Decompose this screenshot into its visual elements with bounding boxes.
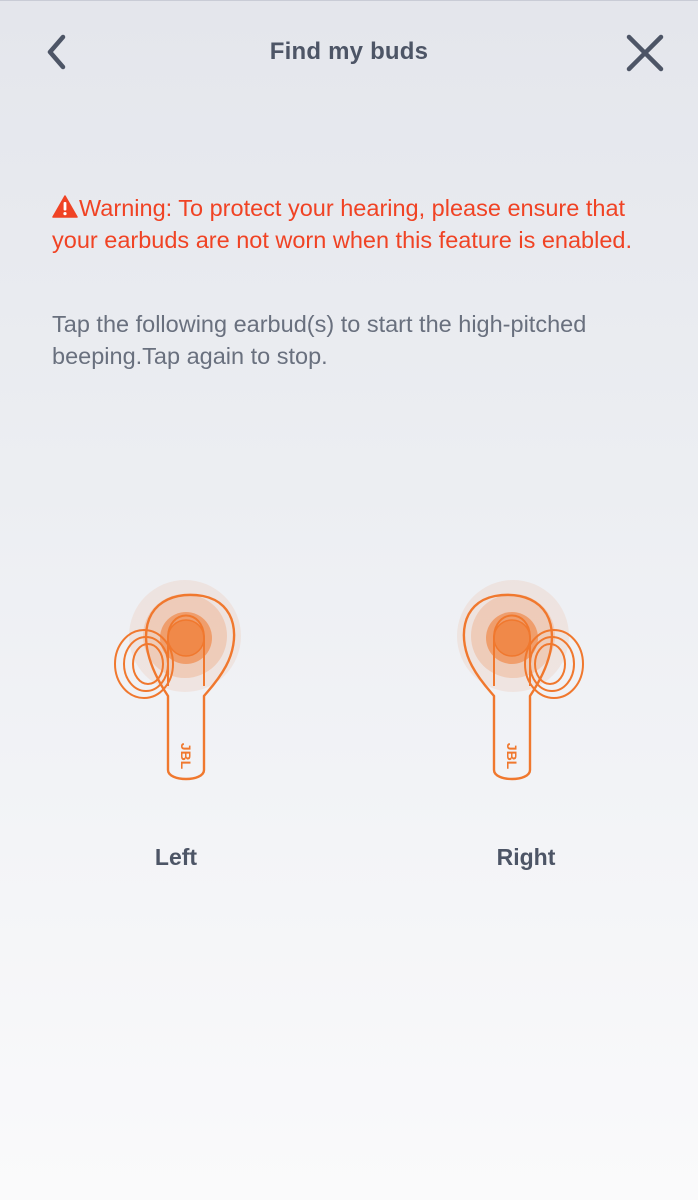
left-earbud-label[interactable]: Left <box>76 844 276 871</box>
hearing-warning: Warning: To protect your hearing, please… <box>52 192 652 256</box>
earbud-right-icon: JBL <box>457 580 584 781</box>
instructions-text: Tap the following earbud(s) to start the… <box>52 311 587 369</box>
earbud-left-icon: JBL <box>114 580 241 781</box>
page-title: Find my buds <box>269 38 429 65</box>
header-bar: Find my buds <box>0 0 698 106</box>
left-earbud-button[interactable]: JBL <box>108 578 248 788</box>
close-icon <box>626 34 664 72</box>
close-button[interactable] <box>620 28 670 78</box>
right-earbud-button[interactable]: JBL <box>450 578 590 788</box>
jbl-logo-left: JBL <box>178 743 194 770</box>
warning-text: Warning: To protect your hearing, please… <box>52 195 633 253</box>
jbl-logo-right: JBL <box>504 743 520 770</box>
warning-triangle-icon <box>52 195 78 218</box>
right-earbud-label[interactable]: Right <box>426 844 626 871</box>
